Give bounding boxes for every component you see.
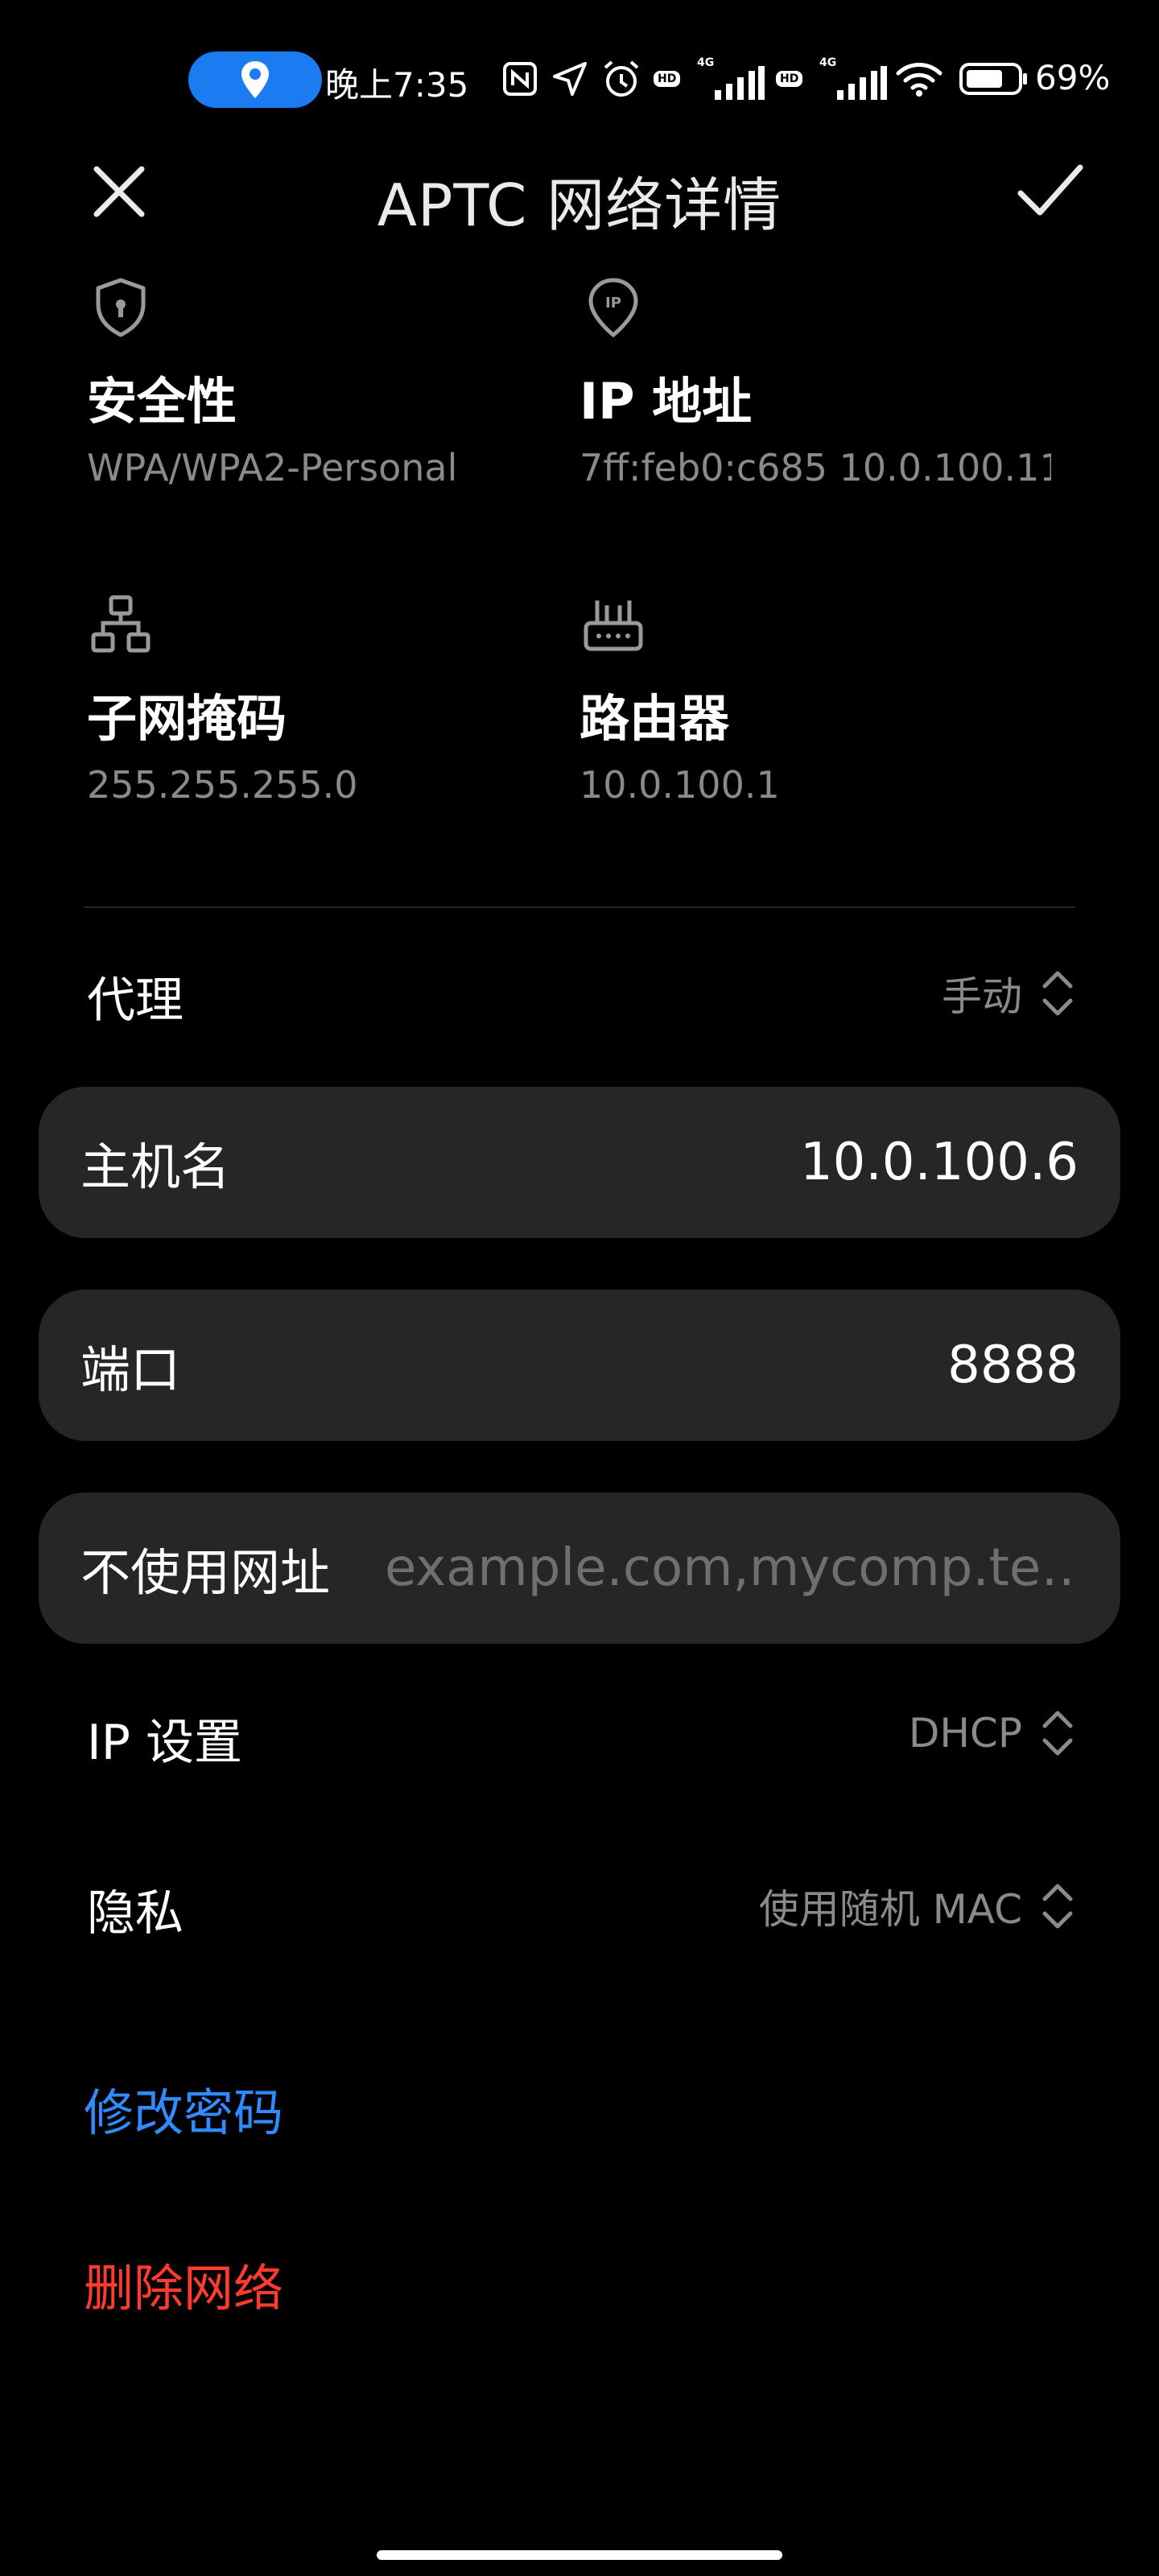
home-indicator[interactable] bbox=[377, 2550, 782, 2560]
network-4g-label-1: 4G bbox=[697, 56, 715, 69]
up-down-chevron-icon bbox=[1042, 1884, 1073, 1929]
page-title: APTC 网络详情 bbox=[377, 171, 782, 239]
up-down-chevron-icon bbox=[1042, 1711, 1073, 1756]
port-field[interactable]: 端口 8888 bbox=[39, 1290, 1120, 1441]
hostname-value[interactable]: 10.0.100.6 bbox=[800, 1133, 1079, 1192]
alarm-icon bbox=[600, 58, 642, 100]
ip-settings-value: DHCP bbox=[908, 1710, 1022, 1757]
security-value: WPA/WPA2-Personal bbox=[87, 446, 458, 489]
privacy-value: 使用随机 MAC bbox=[758, 1886, 1022, 1933]
ip-settings-row[interactable]: IP 设置 DHCP bbox=[0, 1689, 1159, 1785]
port-value[interactable]: 8888 bbox=[947, 1335, 1079, 1395]
ip-pin-icon: IP bbox=[588, 278, 638, 338]
router-value: 10.0.100.1 bbox=[580, 763, 780, 807]
battery-percent: 69% bbox=[1035, 58, 1111, 97]
bypass-label: 不使用网址 bbox=[80, 1543, 331, 1602]
nfc-icon bbox=[502, 58, 538, 100]
router-label: 路由器 bbox=[580, 689, 730, 748]
confirm-button[interactable] bbox=[1014, 158, 1087, 225]
ip-settings-label: IP 设置 bbox=[87, 1715, 242, 1771]
bypass-input[interactable] bbox=[383, 1538, 1079, 1599]
hostname-label: 主机名 bbox=[80, 1137, 231, 1196]
signal-strength-icon bbox=[715, 66, 765, 100]
shield-icon bbox=[96, 278, 146, 337]
privacy-label: 隐私 bbox=[87, 1885, 184, 1942]
subnet-value: 255.255.255.0 bbox=[87, 763, 358, 807]
up-down-chevron-icon bbox=[1042, 971, 1073, 1016]
section-divider bbox=[84, 906, 1075, 908]
battery-icon bbox=[959, 58, 1029, 100]
ip-address-value: 7ff:feb0:c685 10.0.100.117 bbox=[580, 446, 1051, 489]
navigation-arrow-icon bbox=[551, 58, 589, 100]
change-password-link[interactable]: 修改密码 bbox=[84, 2072, 283, 2145]
security-label: 安全性 bbox=[87, 372, 237, 431]
wifi-icon bbox=[895, 58, 943, 100]
proxy-label: 代理 bbox=[87, 972, 184, 1029]
signal-strength-icon-2 bbox=[837, 66, 887, 100]
hd-badge-2: HD bbox=[776, 58, 803, 100]
proxy-row[interactable]: 代理 手动 bbox=[0, 947, 1159, 1043]
delete-network-link[interactable]: 删除网络 bbox=[84, 2248, 283, 2320]
location-pin-icon bbox=[241, 61, 269, 98]
port-label: 端口 bbox=[80, 1340, 181, 1399]
signal-2: 4G bbox=[819, 56, 889, 100]
proxy-value: 手动 bbox=[942, 973, 1022, 1020]
bypass-field[interactable]: 不使用网址 bbox=[39, 1492, 1120, 1644]
ip-icon-text: IP bbox=[605, 295, 621, 312]
privacy-row[interactable]: 隐私 使用随机 MAC bbox=[0, 1860, 1159, 1956]
ip-address-label: IP 地址 bbox=[580, 372, 753, 431]
status-time: 晚上7:35 bbox=[325, 65, 469, 105]
subnet-label: 子网掩码 bbox=[87, 689, 287, 748]
check-icon bbox=[1017, 164, 1083, 216]
hd-badge-1: HD bbox=[654, 58, 681, 100]
network-topology-icon bbox=[91, 595, 151, 653]
location-indicator bbox=[188, 52, 322, 108]
router-icon bbox=[584, 601, 643, 651]
signal-1: 4G bbox=[697, 56, 766, 100]
hostname-field[interactable]: 主机名 10.0.100.6 bbox=[39, 1087, 1120, 1238]
network-4g-label-2: 4G bbox=[819, 56, 837, 69]
